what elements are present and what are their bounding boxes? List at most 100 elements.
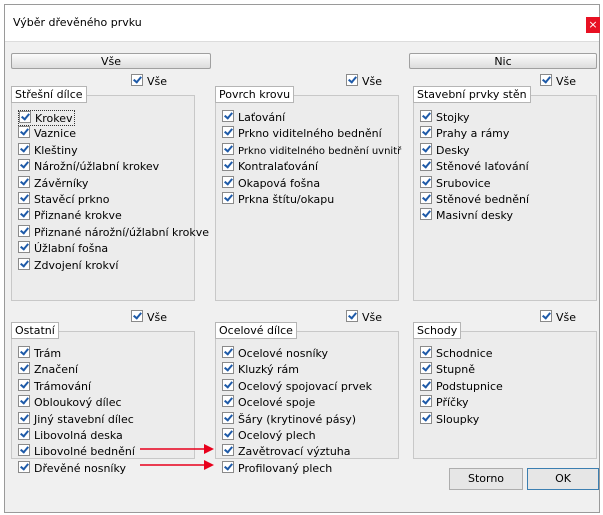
checkbox-icon [18, 257, 30, 270]
checkbox-item[interactable]: Ocelový spojovací prvek [222, 378, 373, 395]
checkbox-item[interactable]: Prahy a rámy [420, 126, 529, 142]
checkbox-label: Libovolné bednění [34, 445, 135, 459]
checkbox-item[interactable]: Nárožní/úžlabní krokev [18, 159, 209, 175]
checkbox-item[interactable]: Stěnové laťování [420, 159, 529, 175]
checkbox-item[interactable]: Prkno viditelného bednění uvnitř [222, 142, 401, 159]
checkbox-item[interactable]: Laťování [222, 110, 401, 126]
item-list: Laťování Prkno viditelného bednění Prkno… [222, 110, 401, 208]
select-all-checkbox[interactable]: Vše [540, 310, 576, 324]
checkbox-item[interactable]: Stěnové bednění [420, 191, 529, 208]
checkbox-label: Stavěcí prkno [34, 192, 110, 206]
checkbox-label: Značení [34, 363, 79, 377]
checkbox-item[interactable]: Vaznice [18, 126, 209, 142]
checkbox-item[interactable]: Desky [420, 142, 529, 159]
checkbox-icon [18, 395, 30, 408]
checkbox-item[interactable]: Kluzký rám [222, 362, 372, 378]
checkbox-label: Vše [362, 311, 383, 324]
checkbox-icon [222, 110, 234, 122]
item-list: Schodnice Stupně Podstupnice Příčky Slou… [420, 346, 503, 428]
checkbox-item[interactable]: Přiznané nárožní/úžlabní krokve [18, 224, 210, 241]
checkbox-item[interactable]: Prkno viditelného bednění [222, 126, 401, 142]
checkbox-label: Vše [147, 75, 168, 88]
checkbox-label: Desky [436, 143, 470, 157]
checkbox-item[interactable]: Libovolná deska [18, 427, 135, 444]
checkbox-item[interactable]: Podstupnice [420, 378, 503, 395]
checkbox-icon [420, 378, 432, 391]
checkbox-label: Úžlabní fošna [34, 242, 109, 256]
checkbox-item[interactable]: Šáry (krytinové pásy) [222, 411, 372, 428]
checkbox-icon [222, 427, 234, 440]
checkbox-item[interactable]: Libovolné bednění [18, 444, 135, 460]
checkbox-item[interactable]: Profilovaný plech [222, 460, 372, 477]
select-all-checkbox[interactable]: Vše [131, 310, 167, 324]
checkbox-label: Ocelový plech [238, 428, 316, 442]
select-all-checkbox[interactable]: Vše [346, 310, 382, 324]
checkbox-item[interactable]: Okapová fošna [222, 175, 401, 192]
checkbox-item[interactable]: Zavětrovací výztuha [222, 444, 372, 460]
checkbox-item[interactable]: Ocelové nosníky [222, 346, 372, 362]
checkbox-item[interactable]: Přiznané krokve [18, 208, 209, 224]
checkbox-label: Přiznané nárožní/úžlabní krokve [34, 225, 210, 239]
checkbox-icon [540, 310, 552, 322]
checkbox-label: Ocelové spoje [238, 396, 316, 410]
cancel-button[interactable]: Storno [449, 468, 523, 490]
checkbox-label: Stěnové laťování [436, 160, 529, 174]
checkbox-item[interactable]: Jiný stavební dílec [18, 411, 135, 428]
ok-button[interactable]: OK [527, 468, 599, 490]
checkbox-item[interactable]: Stojky [420, 110, 529, 126]
checkbox-label: Vše [147, 311, 168, 324]
select-all-button[interactable]: Vše [11, 53, 211, 69]
select-all-checkbox[interactable]: Vše [540, 74, 576, 88]
panel-title: Povrch krovu [215, 86, 295, 103]
select-all-checkbox[interactable]: Vše [131, 74, 167, 88]
checkbox-icon [420, 175, 432, 188]
checkbox-item[interactable]: Dřevěné nosníky [18, 460, 135, 477]
checkbox-item[interactable]: Stupně [420, 362, 503, 378]
checkbox-label: Šáry (krytinové pásy) [238, 412, 357, 426]
checkbox-item[interactable]: Ocelový plech [222, 427, 372, 444]
checkbox-item[interactable]: Srubovice [420, 175, 529, 192]
checkbox-icon [18, 460, 30, 473]
checkbox-label: Podstupnice [436, 379, 503, 393]
checkbox-label: Laťování [238, 111, 286, 124]
panel-title: Ostatní [11, 322, 59, 339]
checkbox-item[interactable]: Ocelové spoje [222, 395, 372, 411]
checkbox-icon [222, 362, 234, 375]
checkbox-item[interactable]: Trám [18, 346, 135, 362]
checkbox-item[interactable]: Zdvojení krokví [18, 257, 209, 274]
checkbox-item[interactable]: Prkna štítu/okapu [222, 191, 401, 208]
checkbox-label: Stojky [436, 111, 470, 124]
checkbox-label: Obloukový dílec [34, 396, 122, 410]
checkbox-icon [18, 241, 30, 254]
checkbox-item[interactable]: Masivní desky [420, 208, 529, 224]
title-bar: Výběr dřevěného prvku × [5, 5, 600, 42]
checkbox-label: Kluzký rám [238, 363, 299, 377]
checkbox-item[interactable]: Obloukový dílec [18, 395, 135, 411]
checkbox-icon [346, 74, 358, 86]
checkbox-item[interactable]: Schodnice [420, 346, 503, 362]
checkbox-icon [18, 362, 30, 375]
checkbox-item[interactable]: Sloupky [420, 411, 503, 428]
checkbox-label: Ocelový spojovací prvek [238, 379, 373, 393]
checkbox-icon [420, 191, 432, 204]
checkbox-label: Příčky [436, 396, 469, 410]
checkbox-item[interactable]: Trámování [18, 378, 135, 395]
checkbox-item[interactable]: Kontralaťování [222, 159, 401, 175]
checkbox-icon [18, 444, 30, 457]
select-none-button[interactable]: Nic [409, 53, 597, 69]
checkbox-icon [222, 346, 234, 358]
checkbox-item[interactable]: Stavěcí prkno [18, 191, 209, 208]
item-list: Stojky Prahy a rámy Desky Stěnové laťová… [420, 110, 529, 225]
select-all-checkbox[interactable]: Vše [346, 74, 382, 88]
checkbox-item[interactable]: Kleštiny [18, 142, 209, 159]
checkbox-item[interactable]: Krokev [18, 110, 76, 127]
checkbox-item[interactable]: Příčky [420, 395, 503, 411]
panel-title: Střešní dílce [11, 86, 87, 103]
checkbox-item[interactable]: Úžlabní fošna [18, 241, 209, 257]
dialog-window: Výběr dřevěného prvku × Vše Nic Střešní … [4, 4, 600, 513]
checkbox-icon [18, 224, 30, 237]
checkbox-item[interactable]: Značení [18, 362, 135, 378]
checkbox-icon [540, 74, 552, 86]
close-icon[interactable]: × [586, 17, 600, 33]
checkbox-item[interactable]: Závěrníky [18, 175, 209, 192]
